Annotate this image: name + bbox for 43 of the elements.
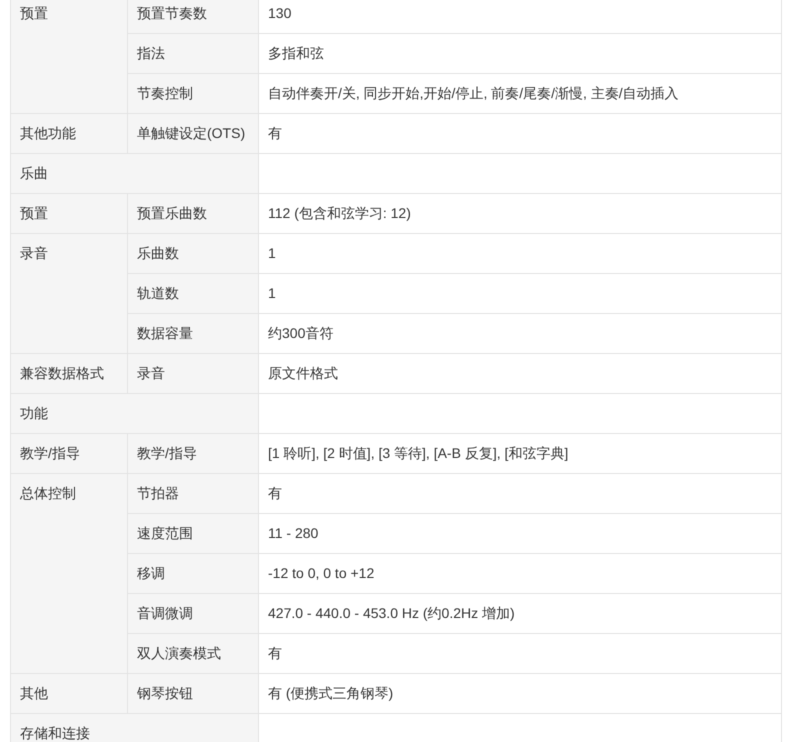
spec-name-cell: 节拍器: [128, 474, 258, 514]
spec-value-cell: 11 - 280: [258, 514, 782, 554]
spec-value-cell: 112 (包含和弦学习: 12): [258, 194, 782, 234]
spec-name-cell: 速度范围: [128, 514, 258, 554]
spec-value-cell: [1 聆听], [2 时值], [3 等待], [A-B 反复], [和弦字典]: [258, 434, 782, 474]
category-cell: 其他: [10, 674, 128, 714]
spec-name-cell: 预置乐曲数: [128, 194, 258, 234]
spec-name-cell: 音调微调: [128, 594, 258, 634]
category-cell: 预置: [10, 194, 128, 234]
spec-value-cell: 130: [258, 0, 782, 34]
category-cell: 总体控制: [10, 474, 128, 674]
spec-name-cell: 节奏控制: [128, 74, 258, 114]
spec-value-cell: 多指和弦: [258, 34, 782, 74]
spec-name-cell: 移调: [128, 554, 258, 594]
section-heading-cell: 乐曲: [10, 154, 258, 194]
category-cell: 预置: [10, 0, 128, 114]
spec-name-cell: 指法: [128, 34, 258, 74]
spec-name-cell: 数据容量: [128, 314, 258, 354]
spec-value-cell: 有: [258, 114, 782, 154]
spec-name-cell: 单触键设定(OTS): [128, 114, 258, 154]
spec-value-cell: -12 to 0, 0 to +12: [258, 554, 782, 594]
spec-name-cell: 双人演奏模式: [128, 634, 258, 674]
spec-value-cell: 1: [258, 234, 782, 274]
spec-name-cell: 录音: [128, 354, 258, 394]
spec-name-cell: 钢琴按钮: [128, 674, 258, 714]
spec-name-cell: 乐曲数: [128, 234, 258, 274]
spec-value-cell: 1: [258, 274, 782, 314]
spec-value-cell: 自动伴奏开/关, 同步开始,开始/停止, 前奏/尾奏/渐慢, 主奏/自动插入: [258, 74, 782, 114]
spec-value-cell: 原文件格式: [258, 354, 782, 394]
spec-value-cell: 有 (便携式三角钢琴): [258, 674, 782, 714]
category-cell: 其他功能: [10, 114, 128, 154]
spec-name-cell: 教学/指导: [128, 434, 258, 474]
category-cell: 教学/指导: [10, 434, 128, 474]
section-heading-cell: 存储和连接: [10, 714, 258, 742]
spec-name-cell: 轨道数: [128, 274, 258, 314]
spec-value-cell: 有: [258, 474, 782, 514]
category-cell: 录音: [10, 234, 128, 354]
category-cell: 兼容数据格式: [10, 354, 128, 394]
spec-value-cell: 427.0 - 440.0 - 453.0 Hz (约0.2Hz 增加): [258, 594, 782, 634]
spec-value-cell: 有: [258, 634, 782, 674]
spec-value-cell: 约300音符: [258, 314, 782, 354]
spec-name-cell: 预置节奏数: [128, 0, 258, 34]
section-heading-cell: 功能: [10, 394, 258, 434]
